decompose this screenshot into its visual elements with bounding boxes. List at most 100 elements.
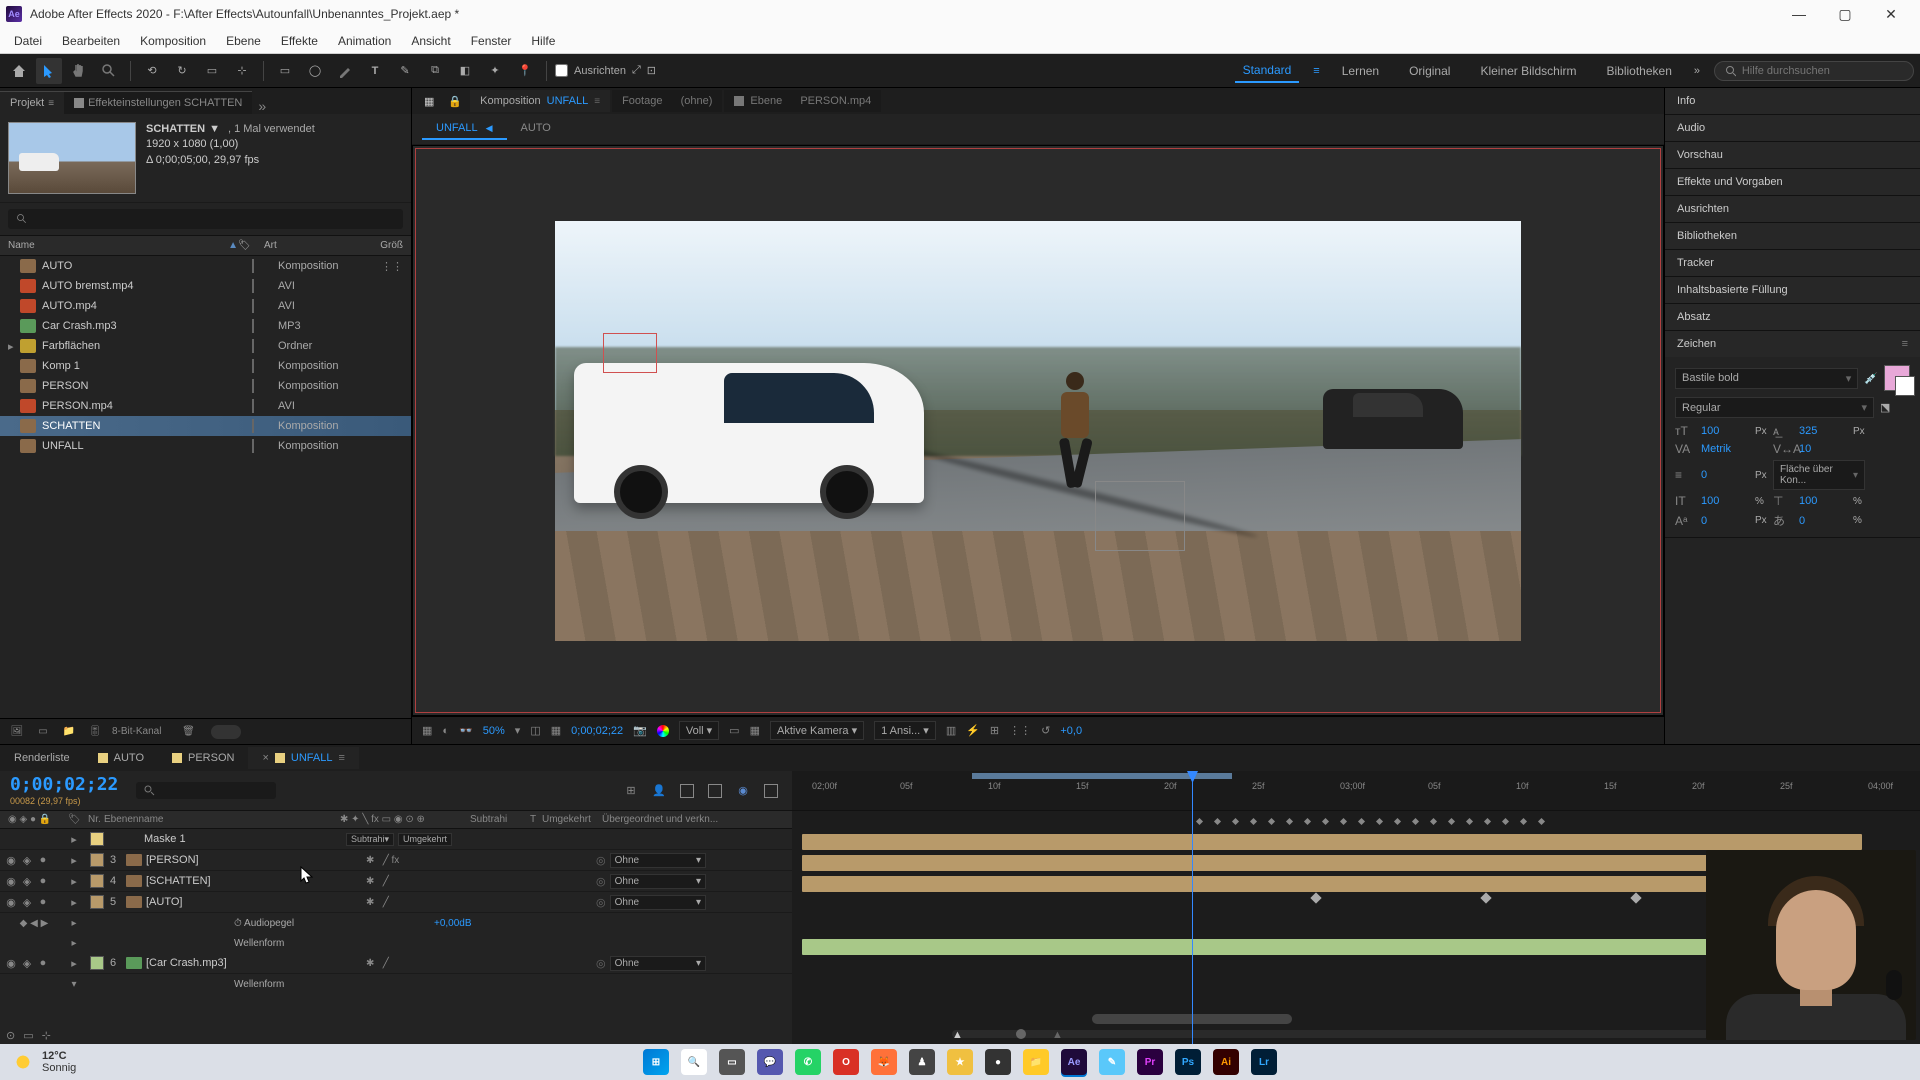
property-row[interactable]: ◆ ◀ ▶▸ ⏱ Audiopegel +0,00dB — [0, 913, 792, 933]
time-ruler[interactable]: 02;00f05f10f15f20f25f03;00f05f10f15f20f2… — [792, 771, 1920, 810]
stroke-mode-select[interactable]: Fläche über Kon...▾ — [1773, 460, 1865, 490]
viewer-lock2-icon[interactable]: 🔒 — [442, 95, 468, 108]
layer-row[interactable]: ◉◈● ▸ 3 [PERSON] ✱ ╱ fx ◎Ohne▾ — [0, 850, 792, 871]
zoom-tool[interactable] — [96, 58, 122, 84]
project-item[interactable]: PERSON Komposition — [0, 376, 411, 396]
menu-ebene[interactable]: Ebene — [216, 30, 271, 52]
transparency-icon[interactable]: ▦ — [750, 724, 760, 737]
pen-tool[interactable] — [332, 58, 358, 84]
taskbar-app1[interactable]: ♟ — [905, 1045, 939, 1079]
property-row[interactable]: ▾ Wellenform — [0, 974, 792, 994]
vscale[interactable]: 100 — [1701, 495, 1749, 507]
timeline-icon[interactable]: ⊞ — [990, 724, 999, 737]
new-folder-icon[interactable]: 📁 — [60, 723, 78, 741]
clone-tool[interactable]: ⧉ — [422, 58, 448, 84]
panel-header[interactable]: Vorschau — [1665, 142, 1920, 168]
viewer-lock-icon[interactable]: ▦ — [418, 95, 440, 108]
taskbar-ae[interactable]: Ae — [1057, 1045, 1091, 1079]
camera-select[interactable]: Aktive Kamera ▾ — [770, 721, 864, 740]
menu-bearbeiten[interactable]: Bearbeiten — [52, 30, 130, 52]
taskbar-teams[interactable]: 💬 — [753, 1045, 787, 1079]
timeline-tab[interactable]: AUTO — [84, 747, 158, 769]
eyedropper-icon[interactable]: 💉 — [1864, 372, 1878, 385]
stroke-width[interactable]: 0 — [1701, 469, 1749, 481]
workspace-standard[interactable]: Standard — [1235, 59, 1300, 83]
panel-menu-icon[interactable]: ≡ — [1902, 338, 1908, 350]
mask-row[interactable]: ▸ Maske 1 Subtrahi▾Umgekehrt — [0, 829, 792, 850]
taskbar-opera[interactable]: O — [829, 1045, 863, 1079]
maximize-button[interactable]: ▢ — [1822, 0, 1868, 28]
project-item[interactable]: AUTO Komposition ⋮⋮ — [0, 256, 411, 276]
character-title[interactable]: Zeichen — [1677, 338, 1716, 350]
workspace-menu-icon[interactable]: ≡ — [1313, 65, 1319, 77]
panel-header[interactable]: Effekte und Vorgaben — [1665, 169, 1920, 195]
taskbar-start[interactable]: ⊞ — [639, 1045, 673, 1079]
pan-behind-tool[interactable]: ⊹ — [229, 58, 255, 84]
text-tool[interactable]: T — [362, 58, 388, 84]
col-label[interactable]: 🏷 — [238, 240, 264, 251]
layer-row[interactable]: ◉◈● ▸ 4 [SCHATTEN] ✱ ╱ ◎Ohne▾ — [0, 871, 792, 892]
exposure-value[interactable]: +0,0 — [1060, 725, 1082, 737]
toggle-modes-icon[interactable]: ▭ — [23, 1029, 33, 1042]
snapshot-icon[interactable]: 📷 — [633, 724, 647, 737]
baseline[interactable]: 0 — [1701, 515, 1749, 527]
adjust-icon[interactable]: 🎚 — [86, 723, 104, 741]
flowtab-unfall[interactable]: UNFALL◀ — [422, 118, 507, 140]
toggle[interactable] — [211, 725, 241, 739]
taskbar-ai[interactable]: Ai — [1209, 1045, 1243, 1079]
font-family-select[interactable]: Bastile bold▾ — [1675, 368, 1858, 389]
channel-icon[interactable] — [657, 725, 669, 737]
panel-header[interactable]: Audio — [1665, 115, 1920, 141]
shy-icon[interactable]: 👤 — [648, 780, 670, 802]
taskbar-app3[interactable]: ✎ — [1095, 1045, 1129, 1079]
toggle-parent-icon[interactable]: ⊹ — [42, 1029, 51, 1042]
composition-viewer[interactable] — [412, 145, 1664, 716]
taskbar-pr[interactable]: Pr — [1133, 1045, 1167, 1079]
flowchart-icon[interactable]: ⋮⋮ — [1009, 724, 1031, 737]
effect-controls-tab[interactable]: Effekteinstellungen SCHATTEN — [64, 91, 252, 114]
menu-animation[interactable]: Animation — [328, 30, 401, 52]
brush-tool[interactable]: ✎ — [392, 58, 418, 84]
menu-ansicht[interactable]: Ansicht — [401, 30, 460, 52]
home-tool[interactable] — [6, 58, 32, 84]
toggle-switches-icon[interactable]: ⊙ — [6, 1029, 15, 1042]
comp-mini-icon[interactable]: ⊞ — [620, 780, 642, 802]
taskbar-ps[interactable]: Ps — [1171, 1045, 1205, 1079]
trash-icon[interactable]: 🗑 — [179, 723, 197, 741]
taskbar-taskview[interactable]: ▭ — [715, 1045, 749, 1079]
res-icon[interactable]: ◫ — [530, 724, 540, 737]
zoom-level[interactable]: 50% — [483, 725, 505, 737]
resolution-select[interactable]: Voll ▾ — [679, 721, 719, 740]
glasses-icon[interactable]: 👓 — [459, 724, 473, 737]
bit-depth[interactable]: 8-Bit-Kanal — [112, 726, 161, 737]
interpret-icon[interactable]: 🖼 — [8, 723, 26, 741]
help-search-input[interactable] — [1742, 65, 1903, 77]
frame-blend-icon[interactable] — [676, 780, 698, 802]
comp-tab-unfall[interactable]: Komposition UNFALL ≡ — [470, 90, 610, 112]
snap-opt1-icon[interactable]: ⤢ — [632, 64, 641, 77]
orbit-tool[interactable]: ⟲ — [139, 58, 165, 84]
comp-tab-footage[interactable]: Footage (ohne) — [612, 90, 722, 112]
panel-header[interactable]: Ausrichten — [1665, 196, 1920, 222]
project-item[interactable]: AUTO.mp4 AVI — [0, 296, 411, 316]
workspace-lernen[interactable]: Lernen — [1334, 60, 1387, 82]
taskbar-firefox[interactable]: 🦊 — [867, 1045, 901, 1079]
col-type[interactable]: Art — [264, 240, 344, 251]
workspace-overflow-icon[interactable]: » — [1694, 65, 1700, 77]
project-item[interactable]: Car Crash.mp3 MP3 — [0, 316, 411, 336]
hand-tool[interactable] — [66, 58, 92, 84]
project-item[interactable]: Komp 1 Komposition — [0, 356, 411, 376]
current-timecode[interactable]: 0;00;02;22 — [10, 774, 118, 795]
property-row[interactable]: ▸ Wellenform — [0, 933, 792, 953]
panel-header[interactable]: Bibliotheken — [1665, 223, 1920, 249]
timeline-tab[interactable]: PERSON — [158, 747, 248, 769]
layer-row[interactable]: ◉◈● ▸ 5 [AUTO] ✱ ╱ ◎Ohne▾ — [0, 892, 792, 913]
pixel-aspect-icon[interactable]: ▥ — [946, 724, 956, 737]
project-item[interactable]: AUTO bremst.mp4 AVI — [0, 276, 411, 296]
kerning[interactable]: Metrik — [1701, 443, 1767, 455]
draft3d-icon[interactable] — [760, 780, 782, 802]
flowtab-auto[interactable]: AUTO — [507, 118, 565, 140]
comp-tab-layer[interactable]: Ebene PERSON.mp4 — [724, 90, 881, 112]
fast-preview-icon[interactable]: ⚡ — [966, 724, 980, 737]
roto-tool[interactable]: ✦ — [482, 58, 508, 84]
